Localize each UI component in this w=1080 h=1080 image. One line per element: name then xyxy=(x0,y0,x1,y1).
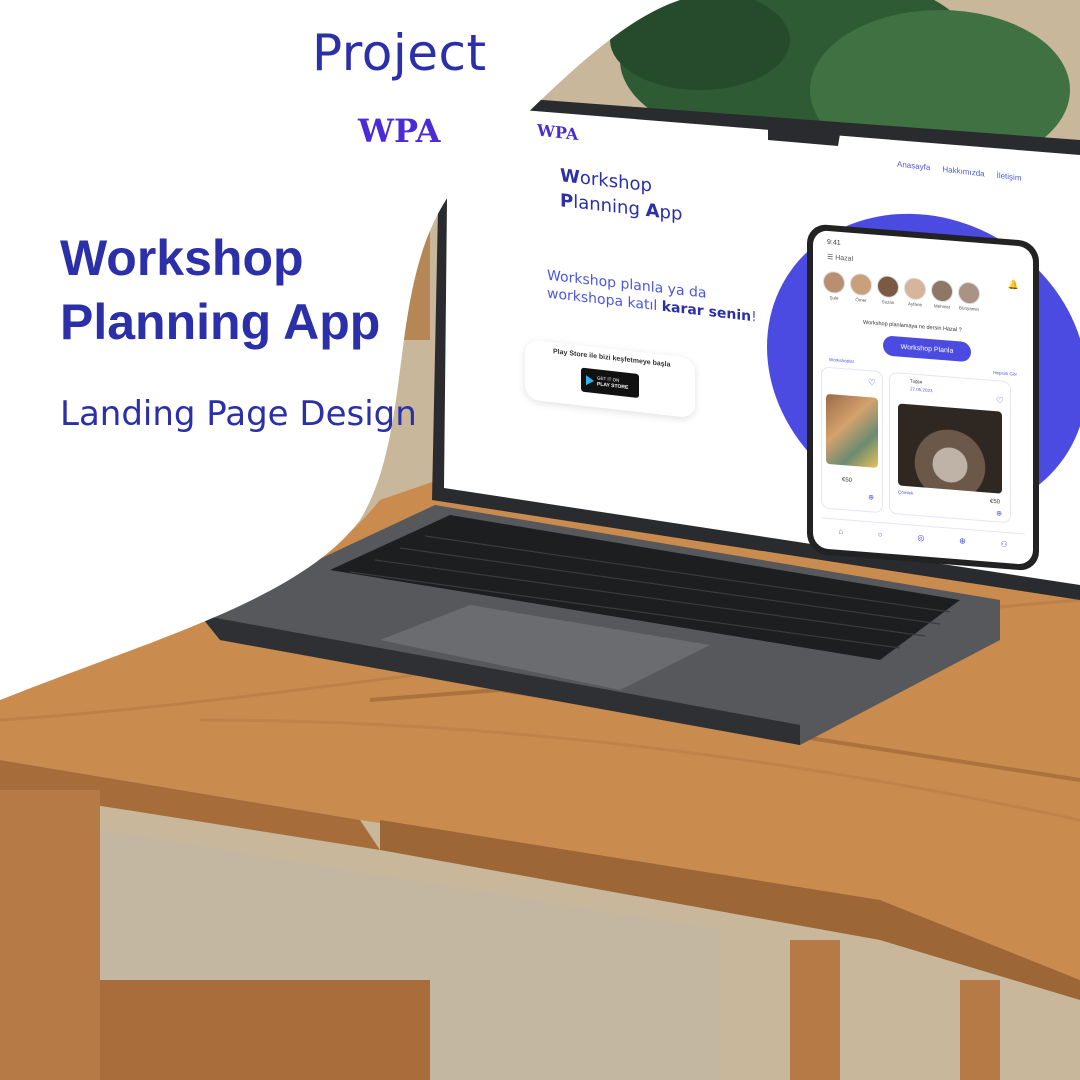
heart-icon[interactable]: ♡ xyxy=(868,377,876,389)
camera-icon[interactable]: ◎ xyxy=(917,533,924,543)
screen-logo[interactable]: WPA xyxy=(537,120,578,144)
plan-workshop-button[interactable]: Workshop Planla xyxy=(883,335,971,363)
avatar[interactable]: Bünyamin xyxy=(958,281,980,312)
add-icon[interactable]: ⊕ xyxy=(868,493,874,501)
card-user: Tuğçe xyxy=(910,378,923,385)
hero-message: Workshop planla ya da workshopa katıl ka… xyxy=(547,267,777,329)
page-title: Workshop Planning App xyxy=(60,230,381,350)
hero-initial-w: W xyxy=(560,165,580,189)
avatar[interactable]: Mehmet xyxy=(931,279,953,310)
screen-nav: Anasayfa Hakkımızda İletişim xyxy=(897,159,1021,182)
add-icon[interactable]: ⊕ xyxy=(959,536,966,546)
page-subtitle: Landing Page Design xyxy=(60,394,417,434)
hero-initial-p: P xyxy=(560,190,574,213)
see-all-link[interactable]: Hepsini Gör xyxy=(993,370,1017,377)
heart-icon[interactable]: ♡ xyxy=(996,395,1004,407)
hero-heading: Workshop Planning App xyxy=(560,163,682,227)
workshop-image xyxy=(898,403,1002,494)
price-label: €50 xyxy=(989,498,1000,506)
play-store-icon xyxy=(586,375,594,386)
add-icon[interactable]: ⊕ xyxy=(996,509,1002,517)
nav-home-link[interactable]: Anasayfa xyxy=(897,159,930,172)
store-card: Play Store ile bizi keşfetmeye başla GET… xyxy=(525,339,695,419)
avatar[interactable]: Şule xyxy=(823,270,845,302)
workshop-card[interactable]: ♡ €50 ⊕ xyxy=(821,366,883,514)
section-label: Workshoplar xyxy=(829,357,855,365)
avatar[interactable]: Ömer xyxy=(850,272,872,304)
workshop-image xyxy=(826,393,878,468)
phone-question: Workshop planlamaya ne dersin Hazal ? xyxy=(863,319,962,334)
phone-greeting-name: Hazal xyxy=(835,254,854,263)
phone-greeting: ☰ Hazal xyxy=(827,253,854,263)
avatar[interactable]: Suzan xyxy=(877,274,899,306)
nav-about-link[interactable]: Hakkımızda xyxy=(942,165,984,179)
avatar-list: Şule Ömer Suzan Ayfane Mehmet Bünyamin xyxy=(823,270,980,312)
store-text: Play Store ile bizi keşfetmeye başla xyxy=(553,348,671,369)
nav-contact-link[interactable]: İletişim xyxy=(997,171,1022,183)
hero-initial-a: A xyxy=(645,199,660,223)
card-location: Çömlek xyxy=(898,489,914,496)
bell-icon[interactable]: 🔔 xyxy=(1008,279,1019,291)
workshop-card[interactable]: Tuğçe 27.05.2023 ♡ Çömlek €50 ⊕ xyxy=(889,371,1011,524)
phone-bottom-nav: ⌂ ○ ◎ ⊕ ⚇ xyxy=(821,517,1025,557)
price-label: €50 xyxy=(842,477,853,484)
project-label: Project xyxy=(312,24,487,82)
phone-time: 9:41 xyxy=(827,238,841,247)
card-date: 27.05.2023 xyxy=(910,386,933,394)
hero-message-bold: karar senin xyxy=(661,298,752,325)
wpa-logo: WPA xyxy=(358,112,441,150)
search-icon[interactable]: ○ xyxy=(878,529,883,538)
laptop-screen: WPA Anasayfa Hakkımızda İletişim Worksho… xyxy=(445,100,1080,592)
phone-screen: 9:41 ☰ Hazal 🔔 Şule Ömer Suzan Ayfane Me… xyxy=(813,229,1033,566)
profile-icon[interactable]: ⚇ xyxy=(1000,539,1007,549)
hero-word-pp: pp xyxy=(659,201,683,226)
hero-message-end: ! xyxy=(751,308,757,326)
hero-word-lanning: lanning xyxy=(573,191,646,221)
phone-mockup: 9:41 ☰ Hazal 🔔 Şule Ömer Suzan Ayfane Me… xyxy=(807,223,1039,572)
play-store-button[interactable]: GET IT ON PLAY STORE xyxy=(581,367,639,399)
avatar[interactable]: Ayfane xyxy=(904,276,926,308)
home-icon[interactable]: ⌂ xyxy=(838,526,843,535)
